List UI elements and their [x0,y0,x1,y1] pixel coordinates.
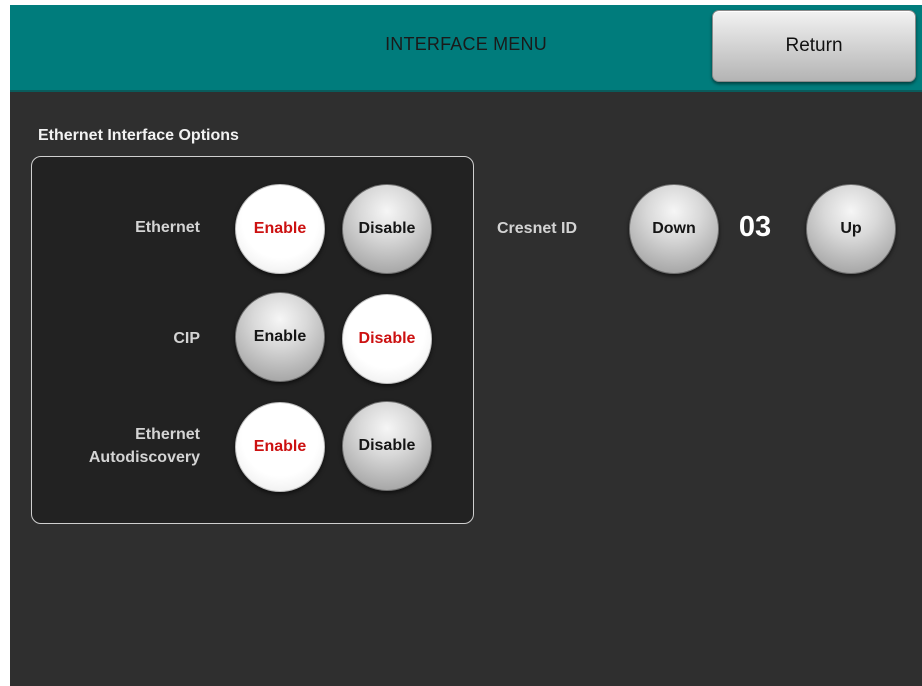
cresnet-id-label: Cresnet ID [497,220,578,237]
cip-disable-button[interactable]: Disable [342,294,432,384]
ethernet-disable-button[interactable]: Disable [342,184,432,274]
page-title: INTERFACE MENU [385,34,547,54]
cresnet-id-value: 03 [738,211,772,243]
autodiscovery-disable-button[interactable]: Disable [342,401,432,491]
cresnet-down-button[interactable]: Down [629,184,719,274]
autodiscovery-enable-button[interactable]: Enable [235,402,325,492]
autodiscovery-label-line2: Autodiscovery [88,449,200,466]
cip-enable-button[interactable]: Enable [235,292,325,382]
cresnet-up-button[interactable]: Up [806,184,896,274]
section-title: Ethernet Interface Options [38,127,239,144]
cip-label: CIP [173,330,200,347]
ethernet-enable-button[interactable]: Enable [235,184,325,274]
ethernet-options-panel: Ethernet Enable Disable CIP Enable Disab… [31,156,474,524]
touch-panel-screen: INTERFACE MENU Return Ethernet Interface… [10,5,922,686]
ethernet-label: Ethernet [135,219,200,236]
return-button[interactable]: Return [712,10,916,82]
header-bar: INTERFACE MENU Return [10,5,922,92]
autodiscovery-label-line1: Ethernet [135,426,200,443]
